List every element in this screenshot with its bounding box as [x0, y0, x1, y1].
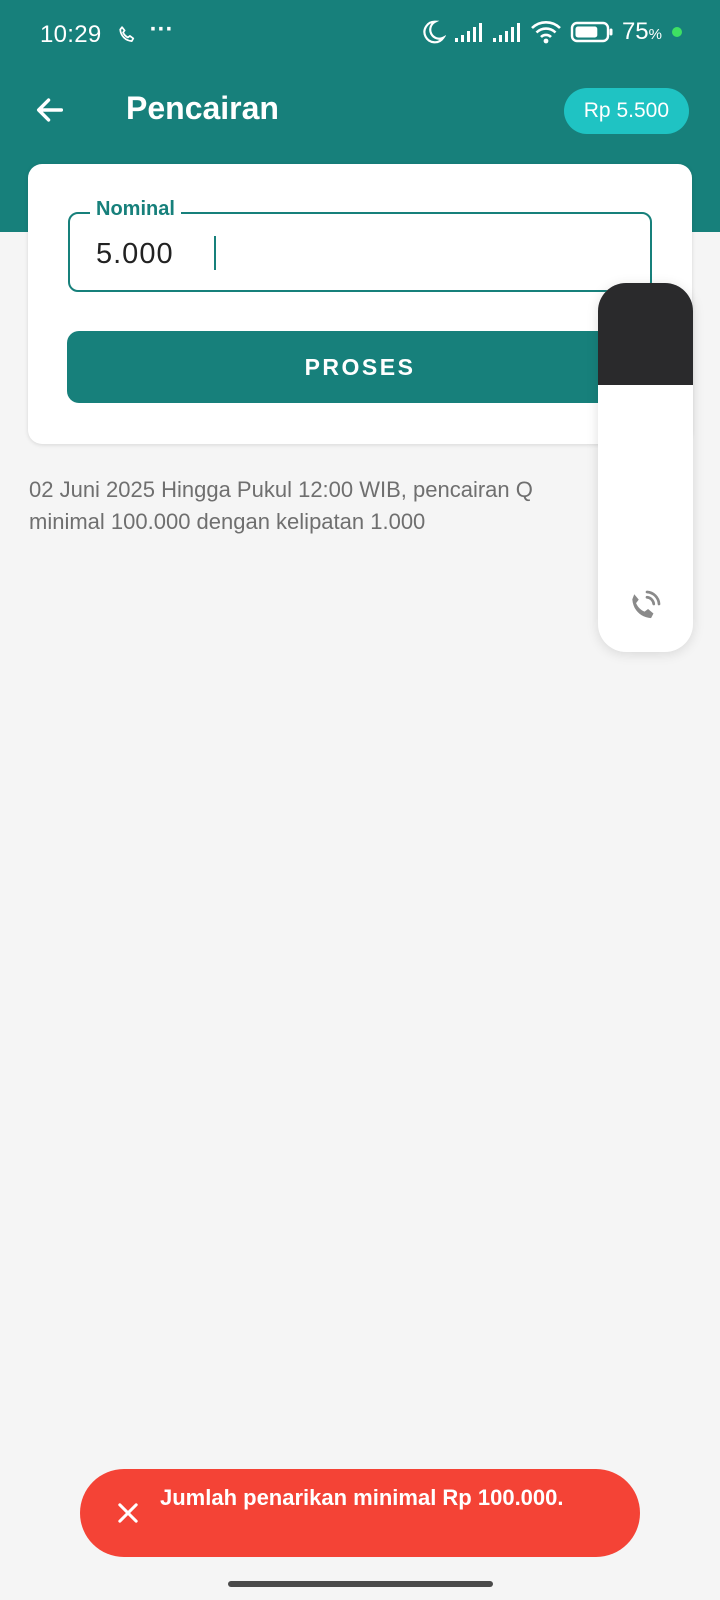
floating-widget-header	[598, 283, 693, 385]
info-line-2: minimal 100.000 dengan kelipatan 1.000	[29, 509, 426, 534]
nominal-input[interactable]	[96, 234, 616, 274]
page-title: Pencairan	[126, 90, 279, 126]
privacy-indicator-dot	[672, 27, 682, 37]
phone-call-icon	[118, 26, 134, 43]
back-button[interactable]	[30, 90, 70, 130]
error-message: Jumlah penarikan minimal Rp 100.000.	[160, 1485, 564, 1510]
signal-icon	[492, 23, 520, 42]
more-notifications-icon: ···	[149, 16, 174, 43]
wifi-icon	[531, 21, 561, 44]
battery-icon	[570, 21, 613, 43]
error-snackbar: Jumlah penarikan minimal Rp 100.000.	[80, 1469, 640, 1557]
status-icons: 75%	[420, 18, 682, 46]
text-cursor	[214, 236, 216, 270]
app-bar: Pencairan Rp 5.500	[0, 78, 720, 148]
arrow-left-icon	[36, 98, 64, 122]
phone-call-icon[interactable]	[626, 589, 662, 625]
nominal-label: Nominal	[90, 198, 181, 221]
screen: 10:29 ··· 75% Pencairan Rp 5.500 Nominal…	[0, 0, 720, 1600]
status-time: 10:29	[40, 21, 102, 48]
battery-percentage: 75%	[621, 18, 662, 45]
floating-call-widget[interactable]	[598, 283, 693, 652]
nominal-field: Nominal	[68, 198, 652, 292]
signal-icon	[454, 23, 482, 42]
info-line-1: 02 Juni 2025 Hingga Pukul 12:00 WIB, pen…	[29, 477, 533, 502]
withdrawal-info-text: 02 Juni 2025 Hingga Pukul 12:00 WIB, pen…	[29, 474, 599, 538]
status-bar: 10:29 ··· 75%	[0, 0, 720, 70]
proses-button[interactable]: PROSES	[67, 331, 653, 403]
balance-badge: Rp 5.500	[563, 88, 689, 134]
close-icon[interactable]	[114, 1499, 142, 1527]
home-indicator[interactable]	[228, 1581, 493, 1587]
moon-icon	[423, 20, 446, 44]
withdrawal-form-card: Nominal PROSES	[28, 164, 692, 444]
